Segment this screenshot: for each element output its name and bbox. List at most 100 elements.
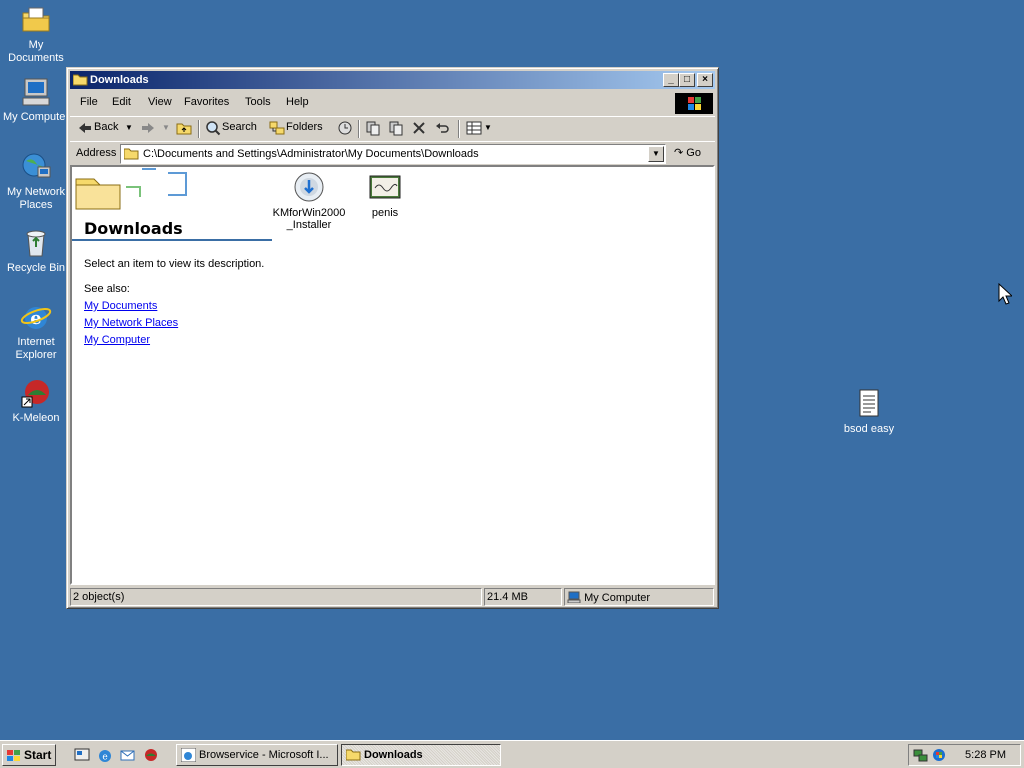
task-button[interactable]: Browservice - Microsoft I...: [176, 744, 338, 766]
my-documents-icon: [20, 4, 52, 36]
start-button[interactable]: Start: [2, 744, 56, 766]
desktop-icon-my-network-places[interactable]: My Network Places: [0, 151, 72, 212]
desktop-icon-internet-explorer[interactable]: e Internet Explorer: [0, 301, 72, 362]
address-input[interactable]: C:\Documents and Settings\Administrator\…: [120, 144, 666, 164]
desktop-icon-label: Recycle Bin: [6, 262, 66, 274]
internet-explorer-icon: [180, 747, 197, 763]
explorer-window: Downloads _ □ × File Edit View Favorites…: [66, 67, 719, 609]
close-button[interactable]: ×: [697, 73, 713, 87]
go-label: Go: [686, 147, 701, 159]
link-my-documents[interactable]: My Documents: [84, 300, 157, 312]
folders-button[interactable]: Folders: [286, 121, 323, 133]
system-tray: 5:28 PM: [908, 744, 1021, 766]
address-label: Address: [76, 147, 117, 159]
folders-icon[interactable]: [269, 120, 285, 136]
show-desktop-icon[interactable]: [74, 747, 90, 763]
link-my-computer[interactable]: My Computer: [84, 334, 150, 346]
forward-arrow-icon[interactable]: [140, 120, 156, 136]
network-tray-icon[interactable]: [913, 747, 929, 766]
views-icon[interactable]: [466, 120, 482, 136]
back-button[interactable]: Back: [94, 121, 118, 133]
forward-dropdown-icon[interactable]: ▼: [162, 123, 170, 132]
desktop-icon-k-meleon[interactable]: K-Meleon: [0, 377, 72, 425]
status-object-count: 2 object(s): [70, 588, 482, 606]
file-item[interactable]: KMforWin2000 _Installer: [269, 171, 349, 231]
recycle-bin-icon: [20, 227, 52, 259]
standard-toolbar: Back ▼ ▼ Search Folders ▼: [70, 116, 715, 140]
search-icon[interactable]: [205, 120, 221, 136]
my-computer-icon: [20, 76, 52, 108]
outlook-express-icon[interactable]: [120, 747, 136, 763]
desktop-icon-label: bsod easy: [843, 423, 895, 435]
toolbar-separator: [458, 120, 460, 138]
menu-view[interactable]: View: [148, 96, 172, 108]
desktop-icon-recycle-bin[interactable]: Recycle Bin: [0, 227, 72, 275]
file-name-cont: _Installer: [286, 219, 332, 231]
menu-favorites[interactable]: Favorites: [184, 96, 229, 108]
folder-view[interactable]: Downloads Select an item to view its des…: [70, 165, 715, 585]
folder-icon: [345, 748, 361, 762]
installer-icon: [293, 171, 325, 203]
folder-banner: Downloads: [72, 167, 272, 241]
maximize-button[interactable]: □: [679, 73, 695, 87]
windows-flag-icon: [6, 749, 22, 763]
undo-icon[interactable]: [434, 120, 450, 136]
my-computer-zone-icon: [567, 591, 581, 606]
go-arrow-icon: ↷: [674, 147, 684, 159]
copy-to-icon[interactable]: [388, 120, 404, 136]
image-file-icon: [369, 171, 401, 203]
desktop-icon-bsod-easy[interactable]: bsod easy: [833, 388, 905, 436]
clock[interactable]: 5:28 PM: [965, 749, 1006, 761]
text-document-icon: [853, 388, 885, 420]
status-zone: My Computer: [564, 588, 714, 606]
menu-file[interactable]: File: [80, 96, 98, 108]
see-also-label: See also:: [84, 283, 130, 295]
address-dropdown-button[interactable]: ▼: [648, 146, 664, 162]
status-size-text: 21.4 MB: [487, 591, 528, 603]
status-zone-text: My Computer: [584, 592, 651, 604]
back-dropdown-icon[interactable]: ▼: [125, 123, 133, 132]
link-my-network-places[interactable]: My Network Places: [84, 317, 178, 329]
desktop-icon-my-computer[interactable]: My Computer: [0, 76, 72, 124]
menu-help[interactable]: Help: [286, 96, 309, 108]
desktop-icon-label: My Computer: [2, 111, 70, 123]
address-bar: Address C:\Documents and Settings\Admini…: [70, 141, 715, 165]
description-text: Select an item to view its description.: [84, 258, 265, 270]
file-name: KMforWin2000: [272, 207, 346, 219]
task-label: Browservice - Microsoft I...: [199, 749, 329, 761]
folder-icon: [123, 147, 139, 160]
go-button[interactable]: ↷ Go: [674, 146, 701, 159]
svg-text:e: e: [102, 753, 107, 763]
menu-edit[interactable]: Edit: [112, 96, 131, 108]
task-label: Downloads: [364, 749, 423, 761]
windows-update-tray-icon[interactable]: [931, 747, 947, 766]
internet-explorer-quicklaunch-icon[interactable]: e: [97, 747, 113, 763]
delete-icon[interactable]: [411, 120, 427, 136]
status-bar: 2 object(s) 21.4 MB My Computer: [70, 587, 715, 607]
back-arrow-icon[interactable]: [77, 120, 93, 136]
desktop-icon-label: My Network Places: [6, 186, 66, 211]
search-button[interactable]: Search: [222, 121, 257, 133]
windows-logo-throbber: [675, 93, 713, 114]
folder-title: Downloads: [84, 219, 183, 238]
file-name: penis: [371, 207, 399, 219]
menu-bar: File Edit View Favorites Tools Help: [70, 92, 715, 114]
k-meleon-quicklaunch-icon[interactable]: [143, 747, 159, 763]
history-icon[interactable]: [337, 120, 353, 136]
views-dropdown-icon[interactable]: ▼: [484, 123, 492, 132]
move-to-icon[interactable]: [365, 120, 381, 136]
start-label: Start: [24, 748, 52, 762]
up-folder-icon[interactable]: [176, 120, 192, 136]
internet-explorer-icon: e: [20, 301, 52, 333]
status-object-count-text: 2 object(s): [73, 591, 125, 603]
menu-tools[interactable]: Tools: [245, 96, 271, 108]
title-bar[interactable]: Downloads _ □ ×: [70, 71, 715, 89]
banner-divider: [72, 239, 272, 241]
desktop-icon-my-documents[interactable]: My Documents: [0, 4, 72, 65]
taskbar: Start e Browservice - Microsoft I... Dow…: [0, 740, 1024, 768]
task-button[interactable]: Downloads: [341, 744, 501, 766]
file-item[interactable]: penis: [345, 171, 425, 219]
minimize-button[interactable]: _: [663, 73, 679, 87]
window-title: Downloads: [90, 74, 149, 86]
desktop-icon-label: K-Meleon: [12, 412, 60, 424]
